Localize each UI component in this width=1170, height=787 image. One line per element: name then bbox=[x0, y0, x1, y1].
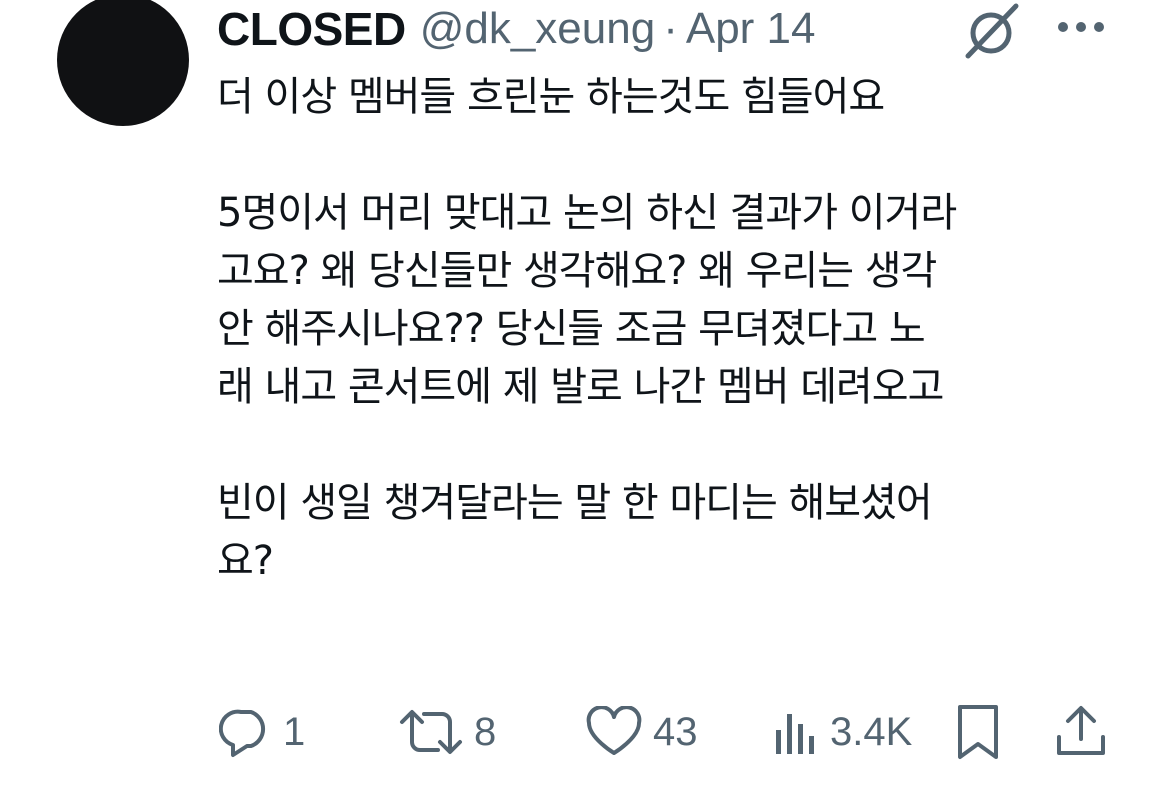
views-count: 3.4K bbox=[830, 709, 913, 754]
like-count: 43 bbox=[653, 709, 698, 754]
tweet-text-line: 더 이상 멤버들 흐린눈 하는것도 힘들어요 bbox=[217, 74, 885, 120]
retweet-button[interactable]: 8 bbox=[398, 700, 496, 764]
views-button[interactable]: 3.4K bbox=[772, 700, 912, 764]
separator-dot: · bbox=[663, 4, 678, 53]
action-bar: 1 8 43 3.4K bbox=[0, 700, 1170, 764]
tweet-text-line: 안 해주시나요?? 당신들 조금 무뎌졌다고 노 bbox=[217, 306, 926, 352]
reply-count: 1 bbox=[283, 709, 306, 754]
grok-icon[interactable] bbox=[958, 2, 1024, 60]
author-name[interactable]: CLOSED bbox=[217, 2, 406, 56]
tweet-text-line: 5명이서 머리 맞대고 논의 하신 결과가 이거라 bbox=[217, 190, 957, 236]
reply-icon bbox=[219, 709, 266, 757]
tweet-text-line: 래 내고 콘서트에 제 발로 나간 멤버 데려오고 bbox=[217, 364, 944, 410]
author-handle[interactable]: @dk_xeung bbox=[420, 4, 656, 54]
tweet-text: 더 이상 멤버들 흐린눈 하는것도 힘들어요 5명이서 머리 맞대고 논의 하신… bbox=[217, 68, 1137, 590]
tweet-date[interactable]: Apr 14 bbox=[686, 4, 816, 54]
bookmark-icon bbox=[958, 705, 998, 759]
more-options-icon[interactable] bbox=[1056, 17, 1106, 37]
share-icon bbox=[1057, 706, 1105, 755]
reply-button[interactable]: 1 bbox=[219, 700, 305, 764]
tweet-text-line: 고요? 왜 당신들만 생각해요? 왜 우리는 생각 bbox=[217, 248, 937, 294]
share-button[interactable] bbox=[1054, 700, 1108, 764]
tweet-text-line: 요? bbox=[217, 538, 274, 584]
tweet-header: CLOSED @dk_xeung · Apr 14 bbox=[217, 2, 816, 56]
bookmark-button[interactable] bbox=[955, 700, 1001, 764]
retweet-count: 8 bbox=[474, 709, 497, 754]
like-icon bbox=[586, 706, 642, 755]
like-button[interactable]: 43 bbox=[585, 700, 698, 764]
tweet-text-line: 빈이 생일 챙겨달라는 말 한 마디는 해보셨어 bbox=[217, 480, 933, 526]
paragraph-break bbox=[217, 126, 1137, 184]
avatar[interactable] bbox=[57, 0, 189, 126]
paragraph-break bbox=[217, 416, 1137, 474]
views-icon bbox=[776, 714, 814, 754]
retweet-icon bbox=[400, 710, 462, 754]
